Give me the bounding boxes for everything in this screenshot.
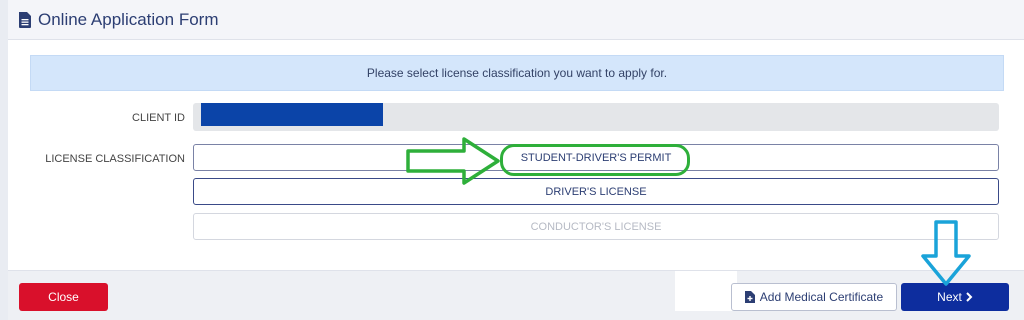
page-title: Online Application Form	[38, 9, 219, 29]
footer-bar: Close Add Medical Certificate Next	[8, 270, 1024, 320]
info-notice: Please select license classification you…	[30, 55, 1004, 91]
footer-patch	[675, 271, 737, 311]
client-id-label: CLIENT ID	[132, 112, 185, 124]
license-classification-label: LICENSE CLASSIFICATION	[45, 153, 185, 165]
option-conductors-license: CONDUCTOR'S LICENSE	[193, 213, 999, 240]
chevron-right-icon	[966, 292, 973, 302]
add-file-icon	[744, 291, 755, 303]
option-student-drivers-permit[interactable]: STUDENT-DRIVER'S PERMIT	[193, 144, 999, 171]
client-id-field	[193, 103, 999, 131]
add-medical-certificate-label: Add Medical Certificate	[759, 290, 884, 304]
right-arrow-annotation-icon	[406, 137, 500, 185]
down-arrow-annotation-icon	[921, 220, 971, 286]
window-header: Online Application Form	[8, 0, 1024, 40]
add-medical-certificate-button[interactable]: Add Medical Certificate	[731, 283, 897, 311]
option-drivers-license[interactable]: DRIVER'S LICENSE	[193, 178, 999, 205]
client-id-redaction	[201, 103, 383, 126]
close-button[interactable]: Close	[19, 283, 108, 311]
next-label: Next	[937, 290, 962, 304]
document-icon	[19, 11, 31, 28]
form-body: Please select license classification you…	[8, 40, 1024, 270]
